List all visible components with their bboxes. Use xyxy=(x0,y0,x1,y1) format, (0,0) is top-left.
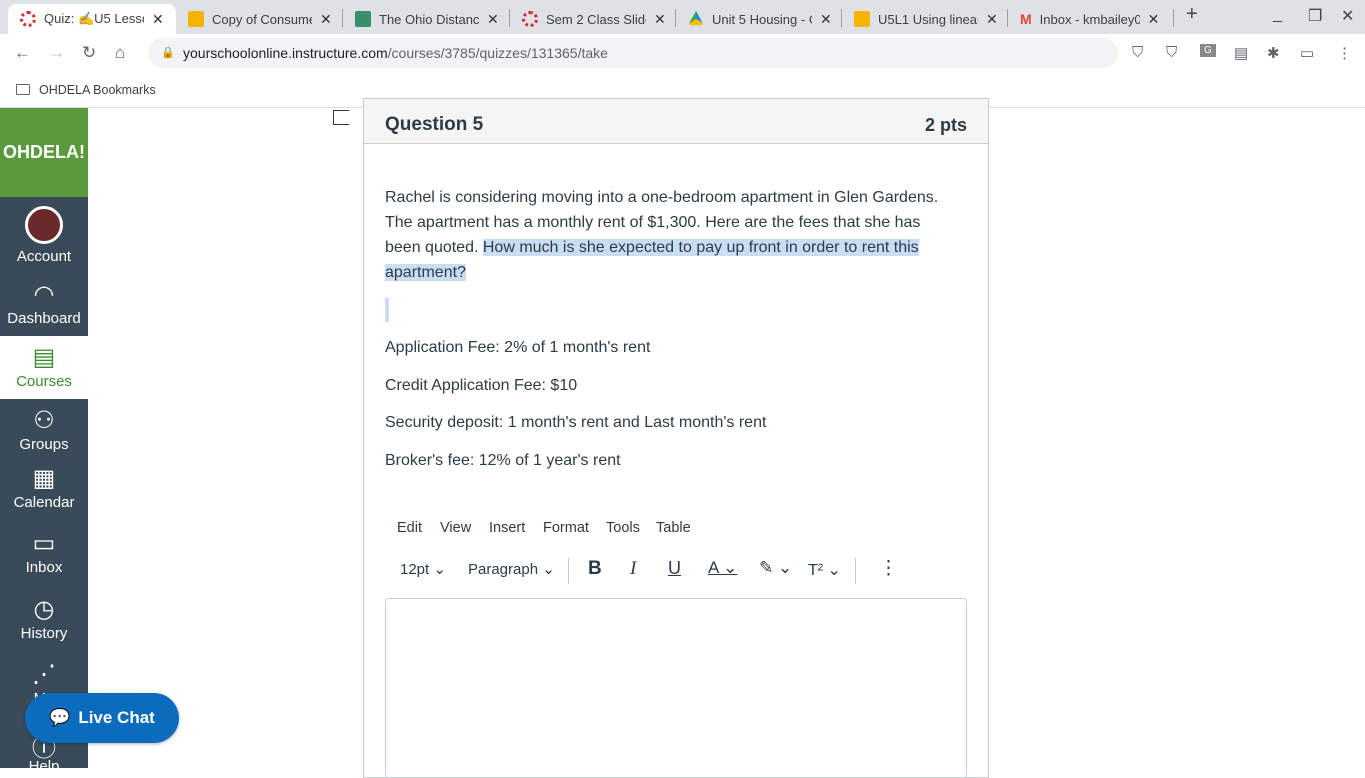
menu-insert[interactable]: Insert xyxy=(489,520,525,536)
courses-icon: ▤ xyxy=(32,344,56,371)
tab-bar: Quiz: ✍U5 Lesson✕ Copy of Consumer✕ The … xyxy=(0,0,1365,34)
close-icon[interactable]: ✕ xyxy=(1148,11,1160,28)
minimize-button[interactable]: _ xyxy=(1273,6,1282,24)
global-nav: OHDELA! Account ◠ Dashboard ▤ Courses ⚇ Gro… xyxy=(0,108,88,775)
highlight-color-icon[interactable]: ✎ ⌄ xyxy=(759,558,792,578)
font-size-select[interactable]: 12pt ⌄ xyxy=(400,560,446,578)
underline-icon[interactable]: U xyxy=(668,558,681,579)
superscript-icon[interactable]: T² ⌄ xyxy=(808,560,841,580)
answer-editor[interactable] xyxy=(385,598,967,778)
menu-table[interactable]: Table xyxy=(656,520,691,536)
nav-courses[interactable]: ▤ Courses xyxy=(0,336,88,399)
puzzle-icon[interactable]: ✱ xyxy=(1267,44,1280,62)
avatar xyxy=(25,206,63,244)
text-color-icon[interactable]: A ⌄ xyxy=(708,558,737,578)
fee-item: Application Fee: 2% of 1 month's rent xyxy=(385,339,651,356)
lock-icon: 🔒 xyxy=(161,47,175,59)
tab-u5l1[interactable]: U5L1 Using linear ✕ xyxy=(842,4,998,34)
nav-calendar[interactable]: ▦ Calendar xyxy=(0,464,88,511)
tab-copy-of-consumer[interactable]: Copy of Consumer ✕ xyxy=(176,4,332,34)
calendar-icon: ▦ xyxy=(32,465,56,492)
menu-view[interactable]: View xyxy=(440,520,471,536)
reload-icon[interactable]: ↻ xyxy=(82,43,96,63)
folder-icon xyxy=(16,84,30,95)
tab-inbox[interactable]: M Inbox - kmbailey0 ✕ xyxy=(1008,4,1159,34)
forward-icon[interactable]: → xyxy=(48,43,65,63)
fee-item: Broker's fee: 12% of 1 year's rent xyxy=(385,452,621,469)
close-icon[interactable]: ✕ xyxy=(487,11,499,28)
groups-icon: ⚇ xyxy=(33,407,55,434)
nav-inbox[interactable]: ▭ Inbox xyxy=(0,529,88,576)
drive-icon xyxy=(688,11,704,26)
history-icon: ◷ xyxy=(33,596,55,623)
fee-item: Security deposit: 1 month's rent and Las… xyxy=(385,414,767,431)
logo[interactable]: OHDELA! xyxy=(0,108,88,197)
home-icon[interactable]: ⌂ xyxy=(115,43,125,63)
question-text: Rachel is considering moving into a one-… xyxy=(385,189,939,281)
close-icon[interactable]: ✕ xyxy=(820,11,832,28)
url-input[interactable]: 🔒 yourschoolonline.instructure.com/course… xyxy=(148,38,1118,68)
dashboard-icon: ◠ xyxy=(33,281,55,308)
live-chat-button[interactable]: 💬 Live Chat xyxy=(25,693,179,743)
canvas-icon xyxy=(522,11,538,27)
tab-unit5[interactable]: Unit 5 Housing - G ✕ xyxy=(676,4,832,34)
menu-format[interactable]: Format xyxy=(543,520,589,536)
slides-icon xyxy=(188,11,204,27)
address-bar: ← → ↻ ⌂ 🔒 yourschoolonline.instructure.co… xyxy=(0,34,1365,72)
nav-account[interactable]: Account xyxy=(0,206,88,265)
flag-question-icon[interactable] xyxy=(333,110,353,125)
classroom-icon xyxy=(355,11,371,27)
block-format-select[interactable]: Paragraph ⌄ xyxy=(468,560,555,578)
italic-icon[interactable]: I xyxy=(630,558,636,580)
more-icon[interactable]: ⋮ xyxy=(879,557,898,580)
cast-icon[interactable]: ▭ xyxy=(1300,44,1314,62)
network-icon: ⋰ xyxy=(32,661,56,688)
bold-icon[interactable]: B xyxy=(588,558,602,580)
nav-dashboard[interactable]: ◠ Dashboard xyxy=(0,280,88,327)
nav-history[interactable]: ◷ History xyxy=(0,595,88,642)
extension-icon[interactable]: ▤ xyxy=(1234,44,1248,62)
shield-extension-icon[interactable]: ⛉ xyxy=(1166,44,1177,61)
tab-ohio-distance[interactable]: The Ohio Distance ✕ xyxy=(343,4,499,34)
menu-icon[interactable]: ⋮ xyxy=(1337,44,1352,62)
gmail-icon: M xyxy=(1020,11,1032,27)
question-title: Question 5 xyxy=(385,114,484,135)
menu-edit[interactable]: Edit xyxy=(397,520,422,536)
g-extension-icon[interactable]: G xyxy=(1200,44,1216,57)
question-points: 2 pts xyxy=(924,114,967,135)
close-icon[interactable]: ✕ xyxy=(986,11,998,28)
slides-icon xyxy=(854,11,870,27)
inbox-icon: ▭ xyxy=(32,530,56,557)
close-icon[interactable]: ✕ xyxy=(152,11,164,28)
bookmark-folder[interactable]: OHDELA Bookmarks xyxy=(39,83,156,97)
close-icon[interactable]: ✕ xyxy=(320,11,332,28)
chat-icon: 💬 xyxy=(49,708,71,727)
nav-groups[interactable]: ⚇ Groups xyxy=(0,406,88,453)
restore-button[interactable]: ❐ xyxy=(1308,6,1322,26)
close-icon[interactable]: ✕ xyxy=(654,11,666,28)
tab-sem2[interactable]: Sem 2 Class Slides✕ xyxy=(510,4,666,34)
shield-extension-icon[interactable]: ⛉ xyxy=(1132,44,1143,61)
fee-item: Credit Application Fee: $10 xyxy=(385,377,578,394)
back-icon[interactable]: ← xyxy=(14,43,31,63)
tab-quiz[interactable]: Quiz: ✍U5 Lesson✕ xyxy=(8,4,176,34)
close-window-button[interactable]: ✕ xyxy=(1341,6,1354,26)
menu-tools[interactable]: Tools xyxy=(606,520,640,536)
canvas-icon xyxy=(20,11,36,27)
new-tab-button[interactable]: + xyxy=(1186,3,1198,26)
